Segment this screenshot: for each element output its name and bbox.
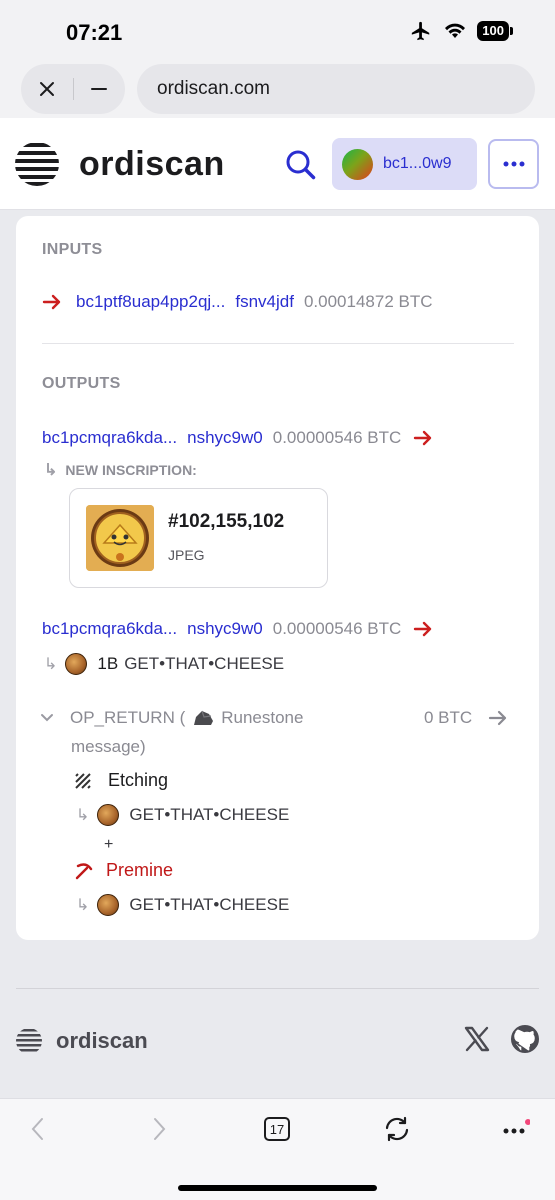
footer-logo[interactable]: ordiscan [16,1028,148,1054]
premine-label: Premine [106,860,174,880]
refresh-icon [385,1116,409,1142]
output-address-end[interactable]: nshyc9w0 [187,428,263,448]
cheese-rune-icon [97,804,120,826]
premine-rune-row: ↳ GET•THAT•CHEESE [76,894,289,916]
wallet-button[interactable]: bc1...0w9 [332,138,477,190]
ordiscan-logo-icon [15,143,59,186]
footer-logo-text: ordiscan [56,1028,148,1053]
airplane-icon [412,21,430,41]
tabs-button[interactable]: 17 [259,1115,295,1143]
rune-balance-row: ↳ 1B GET•THAT•CHEESE [44,653,284,675]
rock-icon [194,710,214,725]
output-address-start[interactable]: bc1pcmqra6kda... [42,428,177,448]
runestone-label: Runestone [221,708,304,727]
footer-divider [16,988,539,989]
etching-rune-row: ↳ GET•THAT•CHEESE [76,804,289,826]
site-logo[interactable]: ordiscan [15,142,225,186]
output-row: bc1pcmqra6kda... nshyc9w0 0.00000546 BTC [42,619,433,639]
forward-button[interactable] [141,1115,177,1143]
arrow-right-icon [489,710,507,726]
branch-icon: ↳ [76,807,90,824]
etching-rune-name[interactable]: GET•THAT•CHEESE [129,805,289,825]
inscription-card[interactable]: #102,155,102 JPEG [69,488,328,588]
input-address-start[interactable]: bc1ptf8uap4pp2qj... [76,292,225,312]
cheese-rune-icon [65,653,88,675]
tab-controls [21,64,125,114]
premine-row: Premine [74,860,173,881]
status-icons: 100 [409,20,513,42]
close-icon [39,82,54,96]
rune-name[interactable]: GET•THAT•CHEESE [124,654,284,674]
new-inscription-label: NEW INSCRIPTION: [65,462,197,478]
chevron-down-icon [41,714,53,722]
arrow-right-icon[interactable] [413,620,433,638]
branch-icon: ↳ [44,462,58,479]
output-amount: 0.00000546 BTC [272,428,402,447]
output-address-end[interactable]: nshyc9w0 [187,619,263,639]
back-button[interactable] [20,1115,56,1143]
outputs-heading: OUTPUTS [42,375,121,392]
ellipsis-icon [503,1119,530,1134]
inscription-number: #102,155,102 [168,511,285,532]
ordiscan-logo-icon [16,1029,42,1052]
arrow-right-icon [42,294,61,310]
close-tab-button[interactable] [21,64,73,114]
x-twitter-icon[interactable] [462,1024,492,1054]
op-return-label: OP_RETURN ( [70,708,186,727]
branch-icon: ↳ [44,656,58,673]
output-address-start[interactable]: bc1pcmqra6kda... [42,619,177,639]
search-icon[interactable] [284,148,318,182]
rune-amount: 1B [97,654,119,673]
battery-cap [510,27,513,35]
io-divider [42,343,514,344]
premine-rune-name[interactable]: GET•THAT•CHEESE [129,895,289,915]
wallet-address: bc1...0w9 [383,155,452,172]
etching-label: Etching [108,770,169,790]
ellipsis-icon [503,161,524,167]
minimize-tab-button[interactable] [73,64,125,114]
chevron-left-icon [31,1118,43,1140]
op-return-amount: 0 BTC [424,708,473,727]
transaction-io-card: INPUTS bc1ptf8uap4pp2qj... fsnv4jdf 0.00… [16,216,539,940]
pickaxe-icon [75,862,93,879]
cheese-rune-icon [97,894,120,916]
minus-icon [91,88,108,90]
etching-icon [75,772,91,789]
plus-separator: + [104,836,114,853]
browser-bottom-nav: 17 [0,1098,555,1200]
inputs-heading: INPUTS [42,241,103,258]
branch-icon: ↳ [76,897,90,914]
output-row: bc1pcmqra6kda... nshyc9w0 0.00000546 BTC [42,428,433,448]
battery-icon: 100 [477,21,509,41]
home-indicator [178,1185,377,1191]
op-return-label-line2: message) [71,737,146,756]
status-bar: 07:21 100 [0,0,555,64]
wallet-avatar [342,148,373,180]
browser-menu-button[interactable] [498,1115,534,1143]
op-return-amount-row: 0 BTC [424,708,508,728]
status-time: 07:21 [66,20,123,45]
more-menu-button[interactable] [488,139,539,189]
reload-button[interactable] [379,1115,415,1143]
site-header: ordiscan bc1...0w9 [0,118,555,210]
output-amount: 0.00000546 BTC [272,619,402,638]
site-logo-text: ordiscan [79,144,225,183]
tab-count: 17 [264,1117,290,1141]
etching-row: Etching [74,770,168,791]
github-icon[interactable] [510,1024,540,1054]
input-address-end[interactable]: fsnv4jdf [235,292,294,312]
inscription-type: JPEG [168,547,205,563]
chevron-right-icon [154,1118,166,1140]
address-bar[interactable]: ordiscan.com [137,64,535,114]
op-return-row[interactable]: OP_RETURN ( Runestone [40,708,303,728]
arrow-right-icon[interactable] [413,429,433,447]
cheese-coin-image [86,505,154,571]
new-inscription-label-row: ↳ NEW INSCRIPTION: [44,460,197,480]
wifi-icon [445,23,466,38]
inscription-thumbnail [86,505,154,571]
input-amount: 0.00014872 BTC [303,292,433,311]
browser-toolbar: ordiscan.com [0,64,555,118]
input-row: bc1ptf8uap4pp2qj... fsnv4jdf 0.00014872 … [42,292,433,312]
